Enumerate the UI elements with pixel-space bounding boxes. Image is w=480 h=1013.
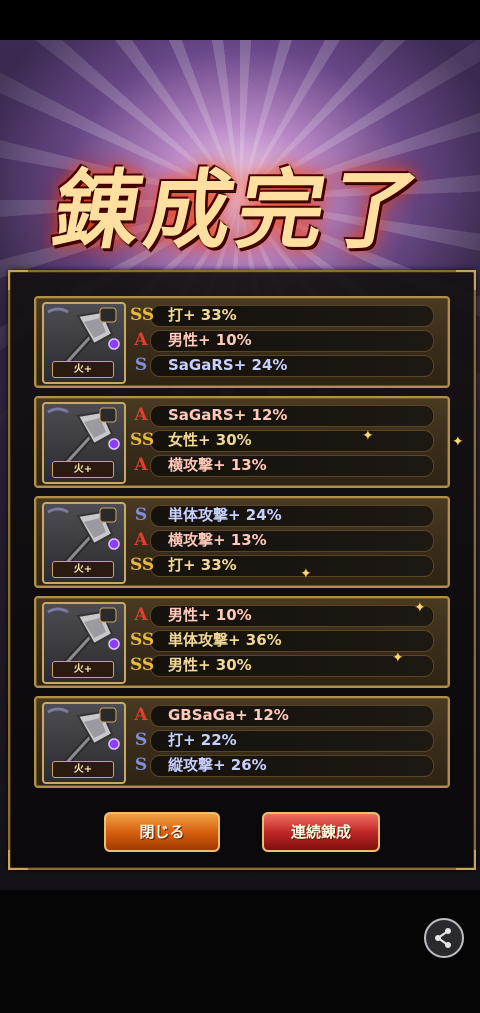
bonus-text: 男性+ 30% bbox=[168, 656, 252, 674]
rank-ss-icon: SS bbox=[130, 655, 155, 675]
rank-a-icon: A bbox=[134, 405, 148, 425]
rank-s-icon: S bbox=[134, 730, 148, 750]
rank-s-icon: S bbox=[134, 505, 148, 525]
rank-a-icon: A bbox=[134, 530, 148, 550]
result-card: 火+ A SaGaRS+ 12% SS 女性+ 30% A 横攻撃+ 13% bbox=[34, 396, 450, 488]
sparkle-icon: ✦ bbox=[452, 434, 464, 450]
bonus-row: SS 打+ 33% bbox=[130, 552, 436, 577]
bonus-row: S SaGaRS+ 24% bbox=[130, 352, 436, 377]
bonus-text: 単体攻撃+ 24% bbox=[168, 506, 282, 524]
bonus-row: SS 打+ 33% bbox=[130, 302, 436, 327]
bonus-text: 打+ 22% bbox=[168, 731, 237, 749]
rank-s-icon: S bbox=[134, 355, 148, 375]
rank-a-icon: A bbox=[134, 330, 148, 350]
bonus-text: SaGaRS+ 12% bbox=[168, 406, 288, 424]
bottom-area bbox=[0, 890, 480, 1013]
weapon-icon[interactable]: 火+ bbox=[42, 602, 126, 684]
rank-ss-icon: SS bbox=[130, 555, 155, 575]
weapon-icon[interactable]: 火+ bbox=[42, 402, 126, 484]
bonus-row: A 男性+ 10% bbox=[130, 327, 436, 352]
result-card: 火+ SS 打+ 33% A 男性+ 10% S SaGaRS+ 24% bbox=[34, 296, 450, 388]
element-badge: 火+ bbox=[52, 461, 114, 478]
bonus-row: SS 男性+ 30% bbox=[130, 652, 436, 677]
rank-a-icon: A bbox=[134, 605, 148, 625]
weapon-icon[interactable]: 火+ bbox=[42, 302, 126, 384]
bonus-text: 縦攻撃+ 26% bbox=[168, 756, 267, 774]
sparkle-icon: ✦ bbox=[392, 650, 404, 666]
bonus-text: GBSaGa+ 12% bbox=[168, 706, 289, 724]
bonus-text: 打+ 33% bbox=[168, 556, 237, 574]
bonus-text: 女性+ 30% bbox=[168, 431, 252, 449]
bonus-row: S 打+ 22% bbox=[130, 727, 436, 752]
result-card: 火+ S 単体攻撃+ 24% A 横攻撃+ 13% SS 打+ 33% bbox=[34, 496, 450, 588]
page-title: 錬成完了 bbox=[45, 160, 432, 261]
share-button[interactable] bbox=[424, 918, 464, 958]
bonus-list: A 男性+ 10% SS 単体攻撃+ 36% SS 男性+ 30% bbox=[130, 602, 436, 677]
element-badge: 火+ bbox=[52, 661, 114, 678]
rank-a-icon: A bbox=[134, 455, 148, 475]
bonus-row: A 男性+ 10% bbox=[130, 602, 436, 627]
bonus-list: A SaGaRS+ 12% SS 女性+ 30% A 横攻撃+ 13% bbox=[130, 402, 436, 477]
bonus-row: A SaGaRS+ 12% bbox=[130, 402, 436, 427]
panel-corner bbox=[8, 850, 28, 870]
close-button[interactable]: 閉じる bbox=[104, 812, 220, 852]
panel-corner bbox=[456, 270, 476, 290]
rank-s-icon: S bbox=[134, 755, 148, 775]
bonus-list: SS 打+ 33% A 男性+ 10% S SaGaRS+ 24% bbox=[130, 302, 436, 377]
sparkle-icon: ✦ bbox=[300, 566, 312, 582]
bonus-row: A 横攻撃+ 13% bbox=[130, 527, 436, 552]
element-badge: 火+ bbox=[52, 761, 114, 778]
bonus-row: S 縦攻撃+ 26% bbox=[130, 752, 436, 777]
bonus-text: 横攻撃+ 13% bbox=[168, 456, 267, 474]
bonus-list: S 単体攻撃+ 24% A 横攻撃+ 13% SS 打+ 33% bbox=[130, 502, 436, 577]
rank-ss-icon: SS bbox=[130, 305, 155, 325]
panel-corner bbox=[456, 850, 476, 870]
bonus-text: 男性+ 10% bbox=[168, 331, 252, 349]
bonus-row: A 横攻撃+ 13% bbox=[130, 452, 436, 477]
bonus-text: SaGaRS+ 24% bbox=[168, 356, 288, 374]
weapon-icon[interactable]: 火+ bbox=[42, 502, 126, 584]
panel-corner bbox=[8, 270, 28, 290]
weapon-icon[interactable]: 火+ bbox=[42, 702, 126, 784]
bonus-row: A GBSaGa+ 12% bbox=[130, 702, 436, 727]
bonus-text: 横攻撃+ 13% bbox=[168, 531, 267, 549]
rank-ss-icon: SS bbox=[130, 430, 155, 450]
bonus-row: S 単体攻撃+ 24% bbox=[130, 502, 436, 527]
rank-a-icon: A bbox=[134, 705, 148, 725]
bonus-text: 打+ 33% bbox=[168, 306, 237, 324]
bonus-list: A GBSaGa+ 12% S 打+ 22% S 縦攻撃+ 26% bbox=[130, 702, 436, 777]
result-card: 火+ A GBSaGa+ 12% S 打+ 22% S 縦攻撃+ 26% bbox=[34, 696, 450, 788]
bonus-text: 単体攻撃+ 36% bbox=[168, 631, 282, 649]
sparkle-icon: ✦ bbox=[414, 600, 426, 616]
bonus-row: SS 女性+ 30% bbox=[130, 427, 436, 452]
bonus-text: 男性+ 10% bbox=[168, 606, 252, 624]
bonus-row: SS 単体攻撃+ 36% bbox=[130, 627, 436, 652]
sparkle-icon: ✦ bbox=[362, 428, 374, 444]
element-badge: 火+ bbox=[52, 361, 114, 378]
status-bar bbox=[0, 0, 480, 40]
continuous-refine-button[interactable]: 連続錬成 bbox=[262, 812, 380, 852]
element-badge: 火+ bbox=[52, 561, 114, 578]
rank-ss-icon: SS bbox=[130, 630, 155, 650]
result-card: 火+ A 男性+ 10% SS 単体攻撃+ 36% SS 男性+ 30% bbox=[34, 596, 450, 688]
share-icon bbox=[435, 928, 451, 948]
